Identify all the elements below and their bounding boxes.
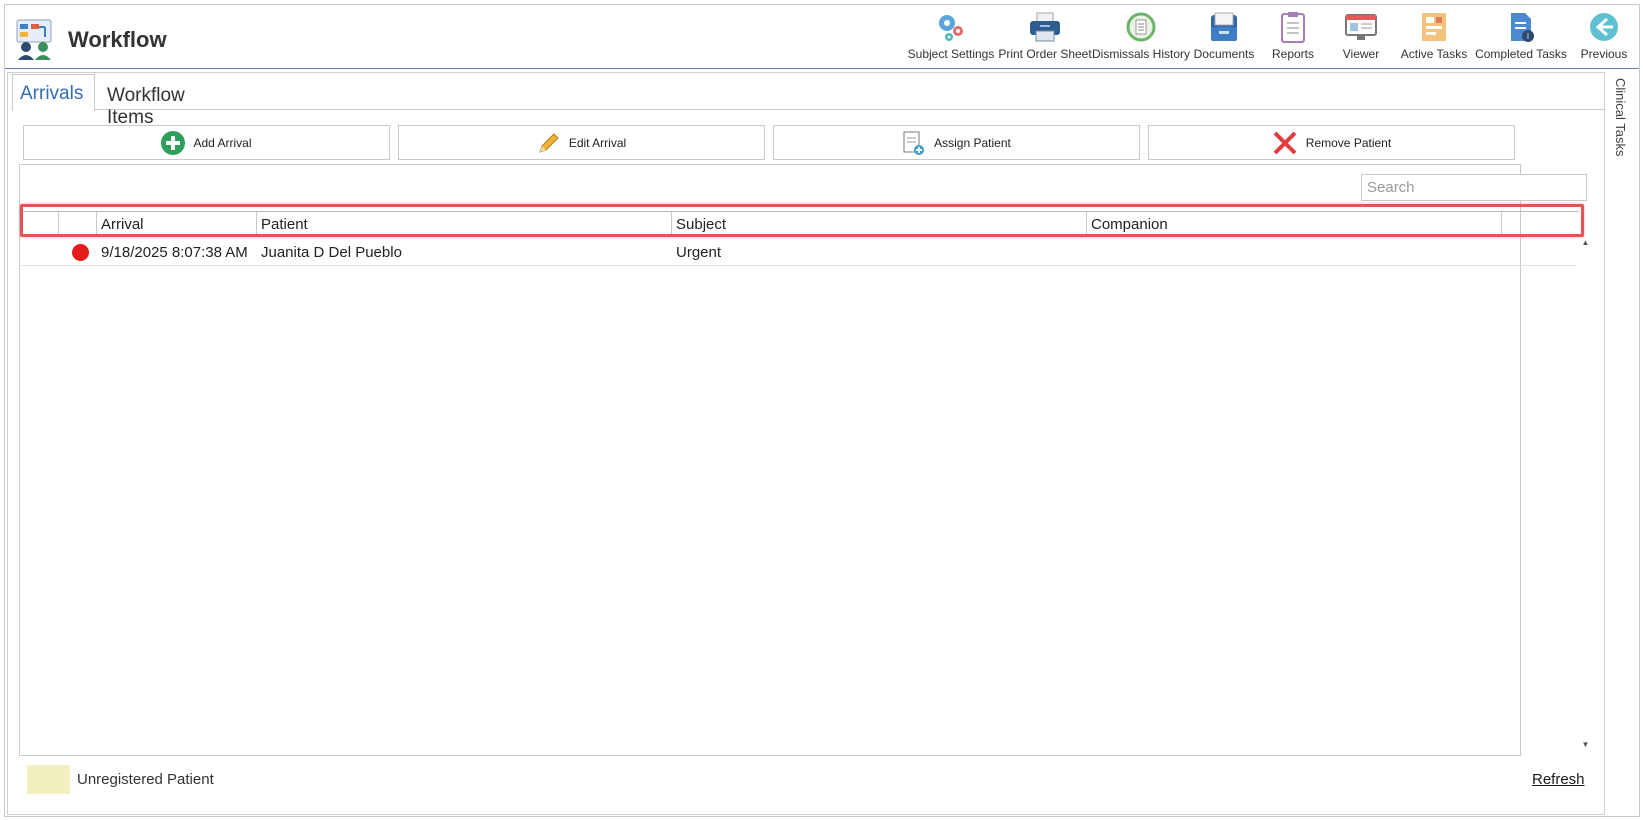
patient-cell: Juanita D Del Pueblo: [261, 244, 402, 261]
gears-icon: [939, 15, 963, 41]
status-dot-icon: [72, 244, 89, 261]
subject-settings-button[interactable]: Subject Settings: [905, 5, 997, 69]
subject-cell: Urgent: [676, 244, 722, 261]
reports-button[interactable]: Reports: [1259, 5, 1327, 69]
assign-patient-button[interactable]: Assign Patient: [773, 125, 1140, 160]
main-toolbar: Subject Settings Print Order Sheet Dismi…: [905, 5, 1639, 69]
column-header-companion[interactable]: Companion: [1087, 212, 1502, 236]
completed-doc-icon: i: [1511, 13, 1534, 42]
column-header-status[interactable]: [59, 212, 97, 236]
app-title: Workflow: [68, 27, 167, 52]
tab-divider: [95, 109, 1605, 110]
assign-patient-label: Assign Patient: [934, 135, 1011, 150]
back-arrow-icon: [1590, 13, 1618, 41]
tool-label: Subject Settings: [907, 47, 995, 61]
tool-label: Active Tasks: [1400, 47, 1468, 61]
documents-button[interactable]: Documents: [1189, 5, 1259, 69]
viewer-button[interactable]: Viewer: [1327, 5, 1395, 69]
pencil-icon: [539, 132, 559, 153]
clinical-tasks-tab[interactable]: Clinical Tasks: [1613, 78, 1628, 157]
edit-arrival-button[interactable]: Edit Arrival: [398, 125, 765, 160]
tool-label: Previous: [1580, 47, 1628, 61]
app-header: Workflow Subject Settings Print Order Sh…: [5, 5, 1639, 69]
column-header-subject[interactable]: Subject: [672, 212, 1087, 236]
tool-label: Documents: [1193, 47, 1255, 61]
grid-scrollbar[interactable]: [1578, 237, 1592, 754]
grid-header: Arrival Patient Subject Companion: [21, 211, 1579, 237]
dismissals-history-button[interactable]: Dismissals History: [1092, 5, 1191, 69]
unregistered-legend-label: Unregistered Patient: [77, 771, 214, 788]
tool-label: Dismissals History: [1092, 47, 1191, 61]
tab-arrivals[interactable]: Arrivals: [12, 74, 95, 111]
unregistered-legend-swatch: [27, 765, 70, 794]
column-header-select[interactable]: [21, 212, 59, 236]
red-x-icon: [1273, 131, 1297, 154]
completed-tasks-button[interactable]: i Completed Tasks: [1473, 5, 1569, 69]
column-header-patient[interactable]: Patient: [257, 212, 672, 236]
clinical-tasks-panel: [1607, 72, 1639, 815]
tool-label: Reports: [1271, 47, 1315, 61]
active-tasks-button[interactable]: Active Tasks: [1395, 5, 1473, 69]
remove-patient-label: Remove Patient: [1305, 135, 1392, 150]
workflow-app-icon: [16, 19, 52, 60]
tool-label: Completed Tasks: [1475, 47, 1567, 61]
plus-circle-icon: [161, 130, 186, 155]
monitor-icon: [1345, 14, 1377, 40]
print-order-sheet-button[interactable]: Print Order Sheet: [997, 5, 1093, 69]
table-row[interactable]: 9/18/2025 8:07:38 AM Juanita D Del Puebl…: [21, 240, 1577, 266]
workflow-window: Workflow Subject Settings Print Order Sh…: [0, 0, 1643, 820]
file-tray-icon: [1211, 12, 1237, 41]
add-arrival-label: Add Arrival: [193, 135, 252, 150]
task-board-icon: [1422, 13, 1446, 41]
assign-doc-icon: [903, 131, 925, 155]
tool-label: Viewer: [1342, 47, 1380, 61]
scroll-up-arrow-icon[interactable]: ▲: [1580, 238, 1591, 248]
column-header-arrival[interactable]: Arrival: [97, 212, 257, 236]
history-icon: [1126, 12, 1156, 42]
clipboard-icon: [1281, 12, 1305, 43]
remove-patient-button[interactable]: Remove Patient: [1148, 125, 1515, 160]
svg-text:i: i: [1527, 32, 1529, 41]
scroll-down-arrow-icon[interactable]: ▼: [1580, 740, 1591, 750]
previous-button[interactable]: Previous: [1569, 5, 1639, 69]
printer-icon: [1030, 12, 1060, 42]
arrival-cell: 9/18/2025 8:07:38 AM: [101, 244, 248, 261]
companion-cell: [1087, 240, 1091, 266]
tool-label: Print Order Sheet: [998, 47, 1092, 61]
refresh-link[interactable]: Refresh: [1532, 771, 1585, 788]
search-input[interactable]: [1361, 174, 1587, 201]
tab-workflow-items[interactable]: Workflow Items: [107, 74, 185, 128]
add-arrival-button[interactable]: Add Arrival: [23, 125, 390, 160]
edit-arrival-label: Edit Arrival: [568, 135, 627, 150]
